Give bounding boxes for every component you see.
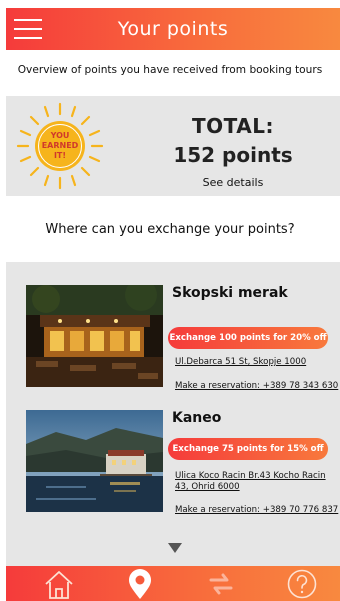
venue-name: Skopski merak	[172, 285, 288, 301]
venue-name: Kaneo	[172, 410, 222, 426]
venue-photo-skopski-merak	[26, 285, 163, 387]
exchange-question: Where can you exchange your points?	[45, 222, 295, 237]
exchange-offer-button[interactable]: Exchange 75 points for 15% off	[168, 438, 328, 460]
scroll-down-arrow-icon[interactable]	[168, 543, 182, 553]
page-title: Your points	[117, 18, 229, 40]
exchange-icon[interactable]	[203, 568, 239, 600]
venue-card-skopski-merak[interactable]: Skopski merak Exchange 100 points for 20…	[6, 285, 340, 405]
you-earned-it-sun-icon: YOU EARNED IT!	[16, 102, 104, 190]
overview-text: Overview of points you have received fro…	[17, 64, 323, 76]
total-label: TOTAL:	[192, 114, 274, 138]
total-points-panel: YOU EARNED IT! TOTAL: 152 points See det…	[6, 96, 340, 196]
venue-reservation-link[interactable]: Make a reservation: +389 70 776 837	[175, 505, 338, 516]
help-icon[interactable]	[284, 568, 320, 600]
venue-address-link[interactable]: Ul.Debarca 51 St, Skopje 1000	[175, 357, 306, 368]
total-points-value: 152 points	[173, 143, 293, 167]
venue-card-kaneo[interactable]: Kaneo Exchange 75 points for 15% off Uli…	[6, 410, 340, 530]
badge-text-you: YOU	[50, 131, 70, 140]
exchange-offer-button[interactable]: Exchange 100 points for 20% off	[168, 327, 328, 349]
venue-address-link[interactable]: Ulica Koco Racin Br.43 Kocho Racin	[175, 471, 326, 482]
badge-text-earned: EARNED	[42, 141, 79, 150]
venue-photo-kaneo	[26, 410, 163, 512]
venue-list: Skopski merak Exchange 100 points for 20…	[6, 262, 340, 566]
venue-reservation-link[interactable]: Make a reservation: +389 78 343 630	[175, 381, 338, 392]
venue-address-link-line2[interactable]: 43, Ohrid 6000	[175, 482, 240, 493]
home-icon[interactable]	[41, 568, 77, 600]
location-pin-icon[interactable]	[122, 568, 158, 600]
see-details-link[interactable]: See details	[126, 176, 340, 189]
bottom-navigation	[6, 566, 340, 601]
badge-text-it: IT!	[54, 151, 66, 160]
app-header: Your points	[6, 8, 340, 50]
